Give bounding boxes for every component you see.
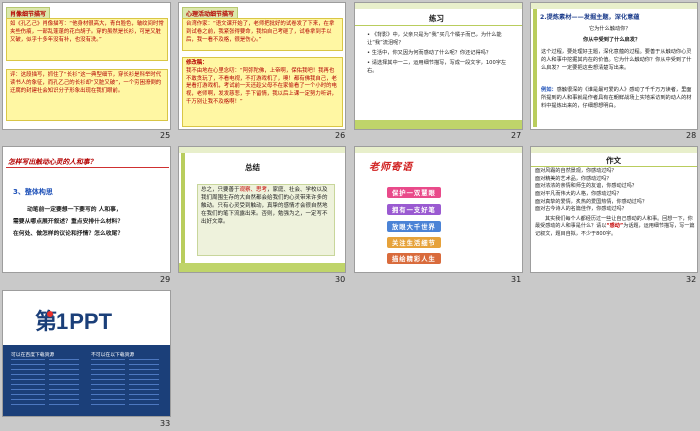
slide-title: 总结 [245, 163, 260, 172]
summary-box: 总之，只要善于观察、思考，家庭、社会、学校以及我们周围生存的大自然都会给我们的心… [197, 184, 335, 256]
example-label: 例如： [541, 87, 557, 93]
question-line: 面对浓浓的亲情和师生的友谊，你感动过吗？ [535, 183, 637, 190]
revised-text-box: 修改稿： 我不由地在心里念叨：“阿弥陀佛，上帝啊，保佑我吧！我再也不敢贪玩了，不… [182, 57, 343, 127]
original-text-box: 台湾作家：“语文课开始了，老师把批好的试卷发了下来，在拿到试卷之前，我紧张得要命… [182, 18, 343, 51]
link-list-right-2 [129, 359, 159, 407]
slide-thumbnail-28[interactable]: 2.提炼素材——发掘主题，深化意蕴 它为什么触动你？ 你从中受到了什么启发？ 这… [530, 2, 698, 130]
exercise-list: • 《背影》中，父亲只是为“我”买几个橘子而已，为什么能让“我”流泪呢？ • 生… [367, 31, 512, 75]
body-line: 需要从哪点展开叙述？重点安排什么材料？ [13, 218, 124, 225]
exercise-item: • 《背影》中，父亲只是为“我”买几个橘子而已，为什么能让“我”流泪呢？ [367, 32, 502, 47]
slide-thumbnail-31[interactable]: 老师寄语 保护一双慧眼 拥有一支好笔 放眼大千世界 关注生活细节 描绘精彩人生 [354, 146, 523, 273]
exercise-item: • 请选择其中一二，运用细节描写，写成一段文字，100字左右。 [367, 60, 507, 75]
header-underline [6, 167, 169, 168]
slide-title: 老师寄语 [369, 162, 413, 173]
brand-footer: 可以在百度下载资源 不可以在以下载资源 [3, 345, 170, 416]
brand-logo: 第1PPT [35, 304, 112, 336]
keyword-highlight: 观察、思考 [239, 187, 268, 193]
question-line: 面对平凡而伟大的人格，你感动过吗？ [535, 190, 622, 197]
side-bar [181, 153, 185, 263]
section-heading: 2.提炼素材——发掘主题，深化意蕴 [540, 14, 640, 21]
phrase-pill: 保护一双慧眼 [387, 187, 441, 198]
bottom-decoration [179, 263, 345, 272]
side-bar [533, 9, 537, 127]
logo-text: PPT [69, 309, 113, 334]
brand-slide: 第1PPT 可以在百度下载资源 不可以在以下载资源 [3, 291, 170, 416]
question-2: 你从中受到了什么启发？ [583, 37, 641, 43]
top-decoration [531, 147, 697, 153]
question-list: 面对风霜的自然景观，你感动过吗？ 面对精美的艺术品，你感动过吗？ 面对浓浓的亲情… [535, 168, 697, 239]
top-decoration [179, 147, 345, 153]
link-list-left-2 [49, 359, 79, 407]
exercise-item: • 生活中，你又因为何而感动了什么呢？你还记得吗？ [367, 50, 492, 57]
slide-thumbnail-33[interactable]: 第1PPT 可以在百度下载资源 不可以在以下载资源 [2, 290, 171, 417]
slide-number-26: 26 [335, 131, 346, 140]
slide-number-25: 25 [160, 131, 171, 140]
divider-line [531, 166, 697, 167]
slide-number-27: 27 [511, 131, 522, 140]
question-line: 面对风霜的自然景观，你感动过吗？ [535, 168, 617, 174]
keyword-highlight: “感动” [606, 223, 624, 230]
phrase-pill: 放眼大千世界 [387, 221, 441, 232]
slide-number-30: 30 [335, 275, 346, 284]
logo-accent [47, 311, 53, 317]
body-lines: 动笔前一定要想一下要写的 人和事， 需要从哪点展开叙述？重点安排什么材料？ 在何… [13, 205, 168, 241]
link-list-right [91, 359, 125, 407]
comment-box: 评：这段描写，抓住了“长衫”这一典型细节，穿长衫是科举时代读书人的象征，而孔乙己… [6, 69, 168, 121]
link-list-left [11, 359, 45, 407]
phrase-pill: 关注生活细节 [387, 237, 441, 248]
bottom-decoration [355, 120, 522, 129]
slide-number-33: 33 [160, 419, 171, 428]
question-1: 它为什么触动你？ [589, 26, 631, 32]
slide-thumbnail-30[interactable]: 总结 总之，只要善于观察、思考，家庭、社会、学校以及我们周围生存的大自然都会给我… [178, 146, 346, 273]
slide-thumbnail-32[interactable]: 作文 面对风霜的自然景观，你感动过吗？ 面对精美的艺术品，你感动过吗？ 面对浓浓… [530, 146, 698, 273]
top-decoration [355, 3, 522, 9]
top-decoration [531, 3, 697, 9]
example-text: 感触很深的《谁是最可爱的人》感动了千千万万读者，里面所提到的人和事就是作者具有在… [541, 87, 692, 110]
slide-thumbnail-26[interactable]: 心理活动细节描写 台湾作家：“语文课开始了，老师把批好的试卷发了下来，在拿到试卷… [178, 2, 346, 130]
revised-text: 我不由地在心里念叨：“阿弥陀佛，上帝啊，保佑我吧！我再也不敢贪玩了，不看电视，不… [186, 67, 337, 106]
subheading: 3、整体构思 [13, 188, 53, 196]
example-paragraph: 例如：感触很深的《谁是最可爱的人》感动了千千万万读者，里面所提到的人和事就是作者… [541, 86, 693, 110]
slide-number-32: 32 [686, 275, 697, 284]
slide-title: 作文 [606, 156, 621, 165]
phrase-pill: 描绘精彩人生 [387, 253, 441, 264]
question-line: 面对古今诗人的名篇佳作，你感动过吗？ [535, 206, 627, 213]
slide-number-28: 28 [686, 131, 697, 140]
assignment-paragraph: 其实我们每个人都经历过一些让自己感动的人和事。回想一下，你最受感动的人和事是什么… [535, 215, 695, 238]
body-line: 动笔前一定要想一下要写的 人和事， [27, 207, 122, 213]
slide-number-31: 31 [511, 275, 522, 284]
slide-thumbnail-29[interactable]: 怎样写出触动心灵的人和事？ 3、整体构思 动笔前一定要想一下要写的 人和事， 需… [2, 146, 171, 273]
revised-title: 修改稿： [186, 60, 208, 66]
quote-box: 如《孔乙己》肖像描写：“他身材很高大，青白脸色，皱纹间时常夹些伤痕，一部乱蓬蓬的… [6, 18, 168, 61]
divider-line [355, 25, 522, 26]
download-link-left[interactable]: 可以在百度下载资源 [11, 351, 54, 358]
top-decoration [355, 147, 522, 153]
slide-thumbnail-27[interactable]: 练习 • 《背影》中，父亲只是为“我”买几个橘子而已，为什么能让“我”流泪呢？ … [354, 2, 523, 130]
slide-number-29: 29 [160, 275, 171, 284]
slide-header: 怎样写出触动心灵的人和事？ [8, 158, 97, 166]
slide-title: 练习 [429, 14, 444, 23]
body-line: 在何处、做怎样的议论和抒情？怎么收尾？ [13, 230, 124, 237]
phrase-pill: 拥有一支好笔 [387, 204, 441, 215]
explanation-paragraph: 这个过程，要处理好主题，深化意蕴的过程。要善于从触动你心灵的人和事中挖掘其内在的… [541, 49, 692, 72]
download-link-right[interactable]: 不可以在以下载资源 [91, 351, 134, 358]
slide-thumbnail-25[interactable]: 肖像细节描写 如《孔乙己》肖像描写：“他身材很高大，青白脸色，皱纹间时常夹些伤痕… [2, 2, 171, 130]
